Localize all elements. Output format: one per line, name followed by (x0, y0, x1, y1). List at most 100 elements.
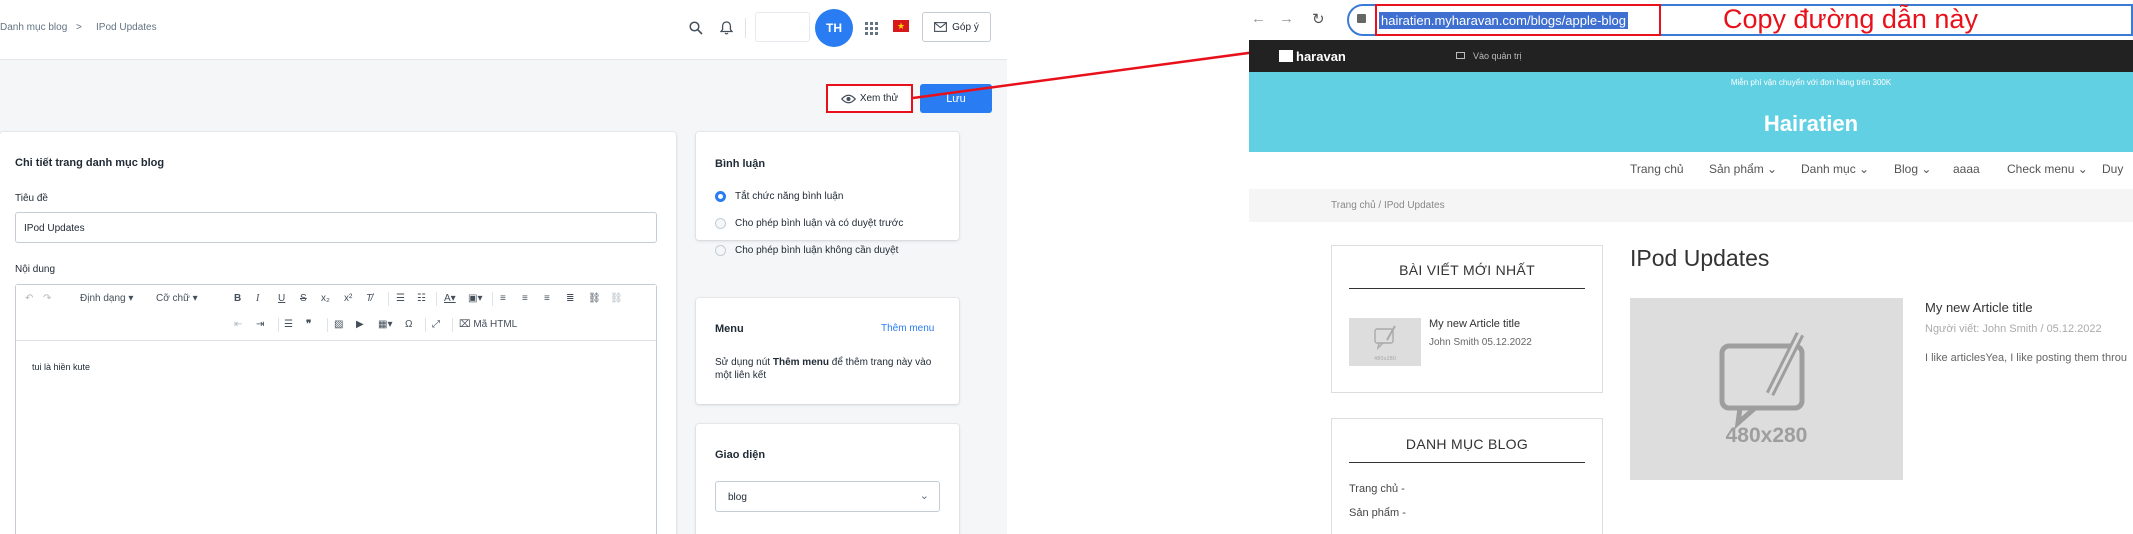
placeholder-image-icon (1719, 331, 1805, 430)
preview-label: Xem thử (859, 93, 899, 104)
table-icon[interactable]: ▦▾ (378, 317, 392, 333)
bell-icon[interactable] (715, 17, 737, 39)
feedback-button[interactable]: Góp ý (922, 12, 991, 42)
blog-category-item[interactable]: Trang chủ - (1349, 483, 1405, 495)
latest-posts-heading: BÀI VIẾT MỚI NHẤT (1399, 262, 1535, 278)
editor-content[interactable]: tui là hiền kute (32, 362, 90, 372)
vietnam-flag-icon[interactable]: ★ (893, 20, 909, 32)
font-size-dropdown[interactable]: Cỡ chữ ▾ (156, 291, 198, 307)
outdent-icon[interactable]: ⇤ (234, 317, 242, 333)
undo-icon[interactable]: ↶ (25, 291, 33, 307)
avatar[interactable]: TH (815, 9, 853, 47)
fullscreen-icon[interactable]: ⤢ (432, 317, 440, 333)
html-source-button[interactable]: ⌧ Mã HTML (459, 317, 517, 333)
redo-icon[interactable]: ↷ (43, 291, 51, 307)
comment-option-open-label: Cho phép bình luận không cần duyệt (735, 245, 899, 256)
eye-icon (840, 94, 856, 103)
nav-item-products-label: Sản phẩm (1709, 162, 1764, 176)
reload-icon[interactable]: ↻ (1312, 10, 1325, 28)
nav-item-products[interactable]: Sản phẩm ⌄ (1709, 162, 1777, 176)
nav-item-blog[interactable]: Blog ⌄ (1894, 162, 1931, 176)
image-icon[interactable]: ▨ (334, 317, 343, 333)
menu-description: Sử dụng nút Thêm menu để thêm trang này … (715, 356, 945, 382)
nav-item-categories[interactable]: Danh mục ⌄ (1801, 162, 1869, 176)
special-char-icon[interactable]: Ω (405, 317, 412, 333)
theme-select[interactable]: blog ⌄ (715, 481, 940, 512)
back-icon[interactable]: ← (1251, 10, 1266, 27)
chevron-down-icon: ⌄ (919, 490, 929, 502)
unlink-icon[interactable]: ⛓ (610, 291, 623, 307)
strikethrough-icon[interactable]: S (300, 291, 307, 307)
italic-icon[interactable]: I (256, 291, 259, 307)
format-dropdown[interactable]: Định dạng ▾ (80, 291, 133, 307)
window-icon (1456, 52, 1465, 59)
article-thumbnail[interactable]: 480x280 (1630, 298, 1903, 480)
blog-categories-heading: DANH MỤC BLOG (1405, 436, 1529, 452)
article-title[interactable]: My new Article title (1925, 300, 2033, 315)
blog-category-item[interactable]: Sản phẩm - (1349, 507, 1406, 519)
blog-category-label: Sản phẩm (1349, 507, 1400, 519)
menu-card (696, 298, 959, 404)
nav-item-duy[interactable]: Duy (2102, 162, 2123, 176)
video-icon[interactable]: ▶ (356, 317, 364, 333)
comment-option-moderated-radio[interactable] (715, 218, 726, 229)
promo-text: Miễn phí vận chuyển với đơn hàng trên 30… (1730, 78, 1892, 87)
highlight-color-icon[interactable]: ▣▾ (468, 291, 482, 307)
underline-icon[interactable]: U (278, 291, 285, 307)
comment-option-open-radio[interactable] (715, 245, 726, 256)
preview-button[interactable]: Xem thử (826, 84, 913, 113)
superscript-icon[interactable]: x² (344, 291, 352, 307)
latest-post-title[interactable]: My new Article title (1429, 318, 1520, 330)
theme-heading: Giao diện (715, 449, 766, 461)
toolbar-separator (452, 318, 453, 332)
align-right-icon[interactable]: ≡ (544, 291, 550, 307)
align-left-icon[interactable]: ≡ (500, 291, 506, 307)
format-label: Định dạng (80, 293, 126, 304)
clear-format-icon[interactable]: T̸ (366, 291, 372, 307)
align-center-icon[interactable]: ≡ (522, 291, 528, 307)
indent-icon[interactable]: ⇥ (256, 317, 264, 333)
bullet-list-icon[interactable]: ☷ (417, 291, 426, 307)
subscript-icon[interactable]: x₂ (321, 291, 330, 307)
toolbar-separator (436, 292, 437, 306)
align-justify-icon[interactable]: ≣ (566, 291, 574, 307)
menu-desc-bold: Thêm menu (772, 357, 829, 368)
site-breadcrumb[interactable]: Trang chủ / IPod Updates (1331, 200, 1445, 211)
latest-post-thumbnail[interactable]: 480x280 (1349, 318, 1421, 366)
heading-underline (1349, 288, 1585, 289)
admin-link-label: Vào quản trị (1473, 51, 1522, 61)
bold-icon[interactable]: B (234, 291, 241, 307)
nav-item-check-menu[interactable]: Check menu ⌄ (2007, 162, 2088, 176)
add-menu-link[interactable]: Thêm menu (881, 323, 934, 334)
link-icon[interactable]: ⛓ (588, 291, 601, 307)
comment-option-disable-label: Tắt chức năng bình luận (735, 191, 844, 202)
text-color-icon[interactable]: A▾ (444, 291, 456, 307)
nav-item-home[interactable]: Trang chủ (1630, 162, 1684, 176)
haravan-logo-icon (1279, 50, 1293, 62)
nav-item-blog-label: Blog (1894, 162, 1919, 176)
admin-link[interactable]: Vào quản trị (1456, 51, 1522, 61)
shop-name[interactable]: Hairatien (1249, 111, 2133, 137)
admin-top-bar: Danh mục blog > IPod Updates TH ★ Góp ý (0, 0, 1007, 60)
header-divider (745, 18, 746, 38)
apps-grid-icon[interactable] (860, 17, 882, 39)
nav-item-aaaa[interactable]: aaaa (1953, 162, 1980, 176)
save-button[interactable]: Lưu (920, 84, 992, 113)
ordered-list-icon[interactable]: ☰ (396, 291, 405, 307)
url-text[interactable]: hairatien.myharavan.com/blogs/apple-blog (1379, 12, 1628, 29)
forward-icon[interactable]: → (1279, 10, 1294, 27)
placeholder-image-icon: 480x280 (1374, 325, 1396, 362)
site-logo[interactable]: haravan (1279, 49, 1346, 64)
toolbar-separator (425, 318, 426, 332)
title-input[interactable]: IPod Updates (15, 212, 657, 243)
store-switcher-box[interactable] (755, 12, 810, 42)
browser-window: ← → ↻ hairatien.myharavan.com/blogs/appl… (1249, 0, 2133, 534)
horizontal-rule-icon[interactable]: ☰ (284, 317, 293, 333)
breadcrumb-parent[interactable]: Danh mục blog (0, 22, 67, 33)
mail-icon (934, 22, 948, 32)
search-icon[interactable] (685, 17, 707, 39)
content-label: Nội dung (15, 264, 56, 275)
article-meta: Người viết: John Smith / 05.12.2022 (1925, 323, 2102, 335)
comment-option-disable-radio[interactable] (715, 191, 726, 202)
blockquote-icon[interactable]: ❞ (306, 317, 311, 333)
